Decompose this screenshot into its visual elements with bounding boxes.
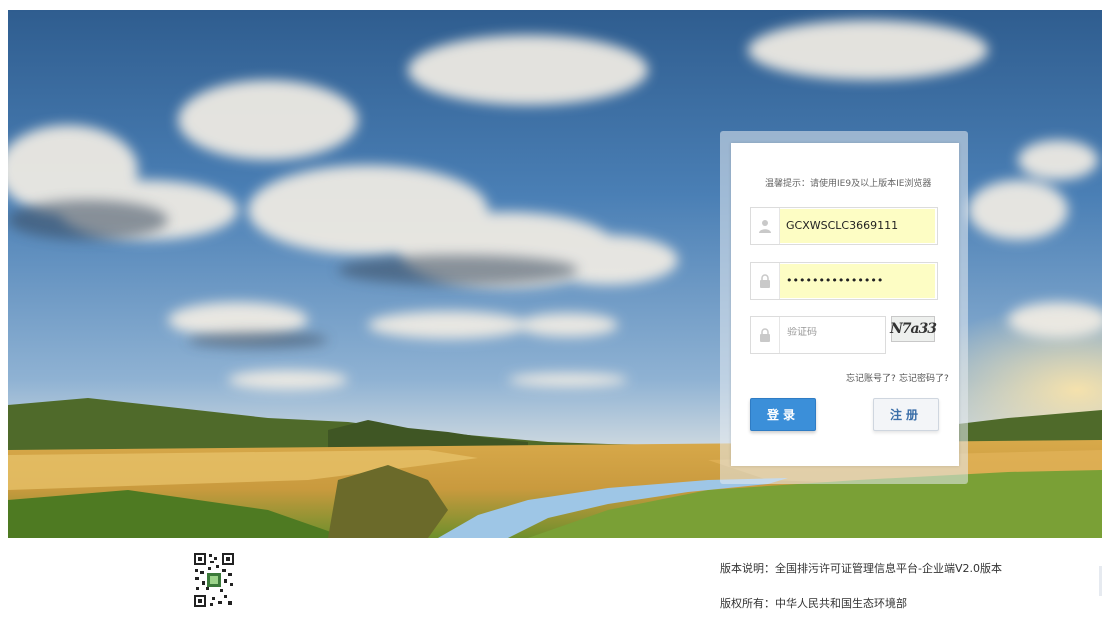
copyright-info: 版权所有：中华人民共和国生态环境部 [720,597,907,610]
password-value[interactable]: ••••••••••••••• [780,264,935,298]
username-field[interactable]: GCXWSCLC3669111 [750,207,938,245]
captcha-field[interactable] [750,316,886,354]
register-button[interactable]: 注册 [873,398,939,431]
qr-code-icon [192,551,236,609]
password-field[interactable]: ••••••••••••••• [750,262,938,300]
captcha-image[interactable]: N7a33 [890,316,937,342]
forgot-password-link[interactable]: 忘记密码了? [899,371,949,384]
captcha-input[interactable] [787,327,877,338]
version-info: 版本说明：全国排污许可证管理信息平台-企业端V2.0版本 [720,562,1002,575]
captcha-lock-icon [751,317,780,353]
user-icon [751,208,780,244]
browser-tip: 温馨提示：请使用IE9及以上版本IE浏览器 [765,179,932,189]
username-value[interactable]: GCXWSCLC3669111 [780,209,935,243]
login-button[interactable]: 登录 [750,398,816,431]
forgot-account-link[interactable]: 忘记账号了? [846,371,896,384]
lock-icon [751,263,780,299]
